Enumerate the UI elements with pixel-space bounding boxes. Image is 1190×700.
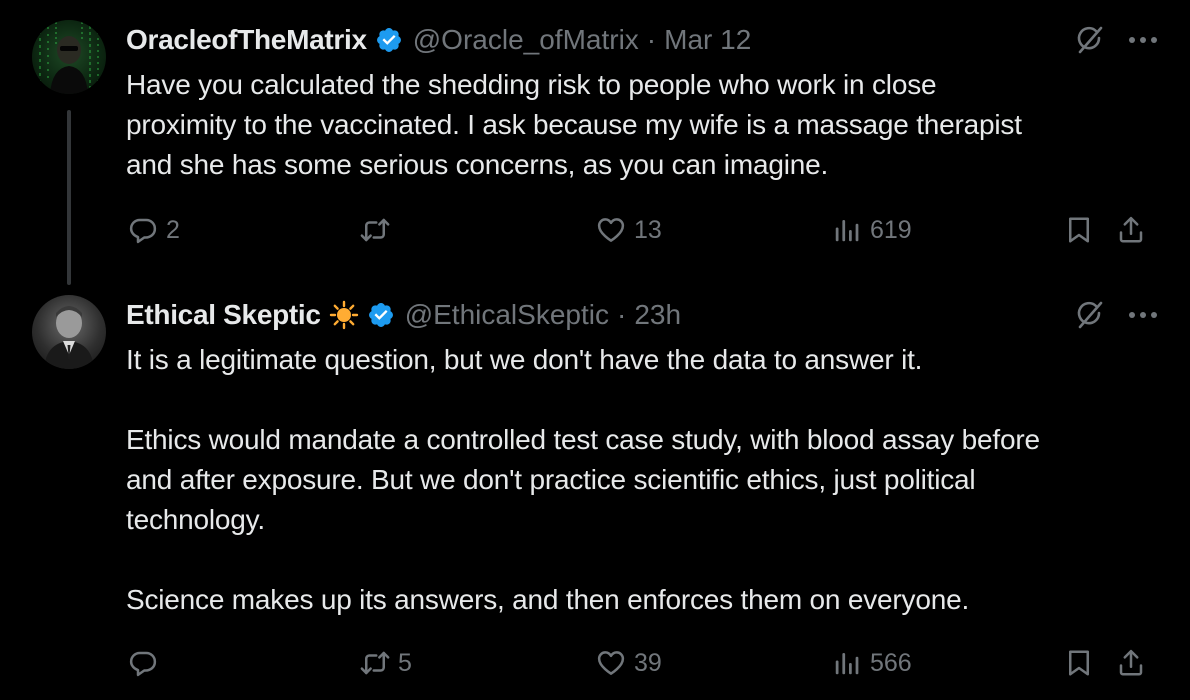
avatar-image: [39, 20, 99, 94]
more-icon[interactable]: [1128, 36, 1158, 44]
views-count: 619: [870, 215, 912, 244]
reply-icon: [128, 215, 158, 245]
retweet-icon: [360, 215, 390, 245]
retweet-icon: [360, 648, 390, 678]
bookmark-icon: [1064, 648, 1094, 678]
timestamp[interactable]: Mar 12: [664, 24, 751, 56]
bookmark-icon: [1064, 215, 1094, 245]
heart-icon: [596, 648, 626, 678]
share-button[interactable]: [1116, 210, 1146, 250]
views-button[interactable]: 619: [832, 210, 912, 250]
tweet-actions: 2 13 619: [126, 210, 1166, 250]
display-name[interactable]: OracleofTheMatrix: [126, 24, 367, 56]
display-name[interactable]: Ethical Skeptic: [126, 299, 321, 331]
tweet-text: Have you calculated the shedding risk to…: [126, 69, 1022, 180]
separator-dot: ·: [646, 24, 657, 55]
header-actions: [1074, 295, 1158, 335]
views-count: 566: [870, 648, 912, 677]
share-icon: [1116, 215, 1146, 245]
tweet-1[interactable]: OracleofTheMatrix @Oracle_ofMatrix · Mar…: [0, 0, 1190, 285]
retweet-count: 5: [398, 648, 412, 677]
verified-badge-icon: [367, 301, 395, 329]
reply-button[interactable]: 2: [128, 210, 180, 250]
thread-line: [67, 110, 71, 285]
handle[interactable]: @Oracle_ofMatrix: [413, 24, 639, 56]
tweet-2[interactable]: Ethical Skeptic @EthicalSkeptic · 23h It…: [0, 270, 1190, 700]
sun-emoji-icon: [329, 300, 359, 330]
views-icon: [832, 215, 862, 245]
tweet-text: It is a legitimate question, but we don'…: [126, 344, 1040, 615]
tweet-actions: 5 39 566: [126, 643, 1166, 683]
reply-icon: [128, 648, 158, 678]
verified-badge-icon: [375, 26, 403, 54]
share-icon: [1116, 648, 1146, 678]
like-count: 13: [634, 215, 662, 244]
separator-dot: ·: [616, 299, 627, 330]
grok-icon[interactable]: [1074, 299, 1106, 331]
avatar-image: [44, 306, 94, 369]
header-actions: [1074, 20, 1158, 60]
avatar[interactable]: [32, 295, 106, 369]
like-button[interactable]: 13: [596, 210, 662, 250]
retweet-button[interactable]: 5: [360, 643, 412, 683]
like-button[interactable]: 39: [596, 643, 662, 683]
share-button[interactable]: [1116, 643, 1146, 683]
timestamp[interactable]: 23h: [634, 299, 681, 331]
more-icon[interactable]: [1128, 311, 1158, 319]
bookmark-button[interactable]: [1064, 210, 1094, 250]
retweet-button[interactable]: [360, 210, 398, 250]
grok-icon[interactable]: [1074, 24, 1106, 56]
views-icon: [832, 648, 862, 678]
tweet-header: OracleofTheMatrix @Oracle_ofMatrix · Mar…: [126, 20, 751, 60]
views-button[interactable]: 566: [832, 643, 912, 683]
bookmark-button[interactable]: [1064, 643, 1094, 683]
reply-count: 2: [166, 215, 180, 244]
heart-icon: [596, 215, 626, 245]
tweet-header: Ethical Skeptic @EthicalSkeptic · 23h: [126, 295, 681, 335]
like-count: 39: [634, 648, 662, 677]
handle[interactable]: @EthicalSkeptic: [405, 299, 609, 331]
avatar[interactable]: [32, 20, 106, 94]
reply-button[interactable]: [128, 643, 166, 683]
